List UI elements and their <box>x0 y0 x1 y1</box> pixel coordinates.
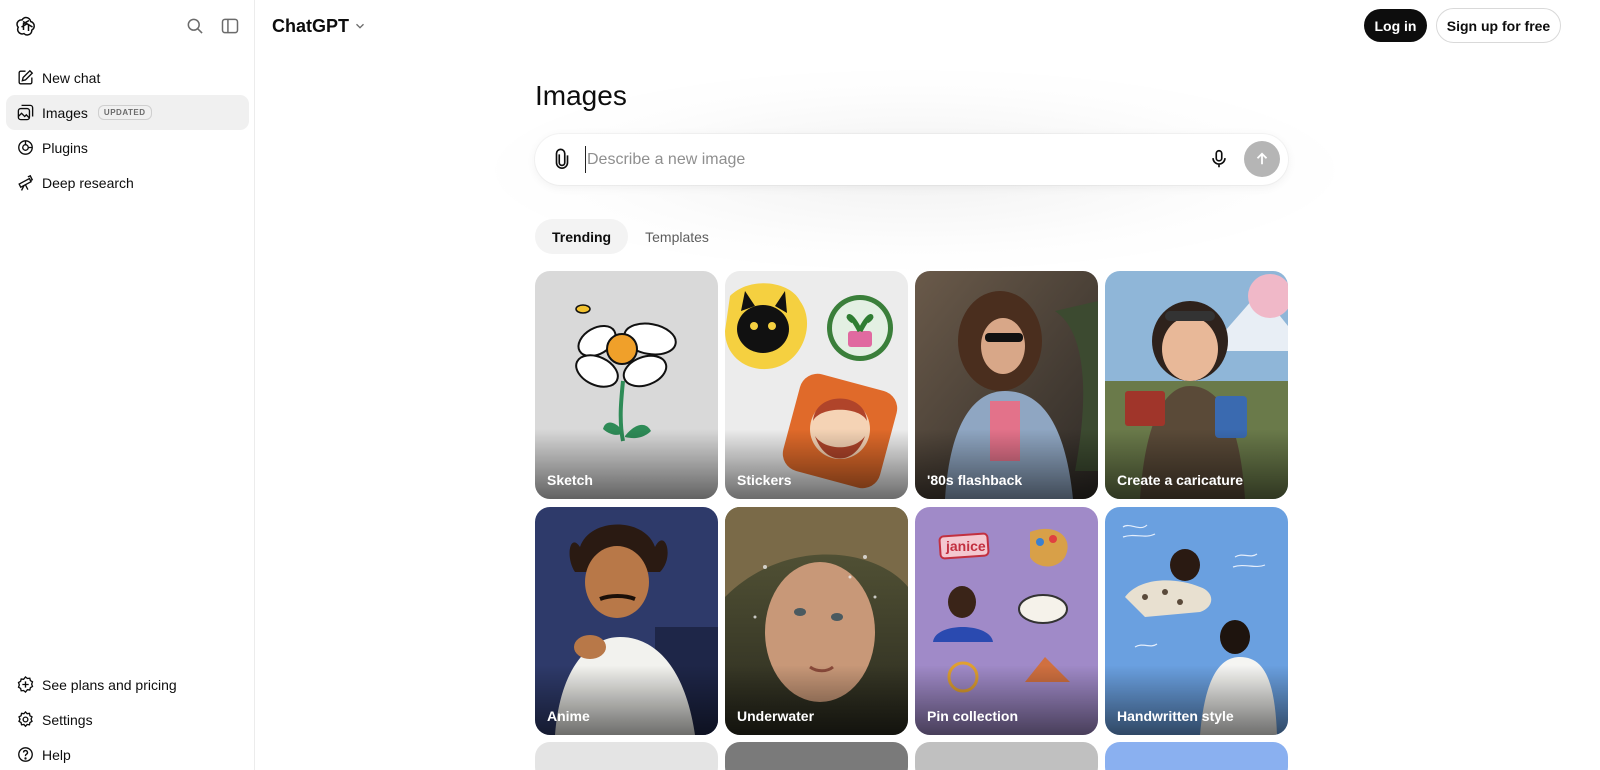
signup-button[interactable]: Sign up for free <box>1436 8 1561 43</box>
card-shade <box>725 429 908 499</box>
style-card-handwritten[interactable]: Handwritten style <box>1105 507 1288 735</box>
sidebar-item-images[interactable]: Images UPDATED <box>6 95 249 130</box>
style-card-80s-flashback[interactable]: '80s flashback <box>915 271 1098 499</box>
sidebar: New chat Images UPDATED Plugins Deep res… <box>0 0 255 770</box>
image-composer <box>535 134 1288 185</box>
openai-logo-icon[interactable] <box>14 14 38 38</box>
page-title: Images <box>535 80 627 111</box>
sidebar-item-label: New chat <box>42 69 101 86</box>
style-card-partial[interactable] <box>535 742 718 770</box>
toggle-sidebar-button[interactable] <box>218 14 242 38</box>
microphone-icon[interactable] <box>1208 148 1230 170</box>
card-label: Anime <box>547 708 590 724</box>
sidebar-item-label: Deep research <box>42 174 134 191</box>
app-title: ChatGPT <box>272 15 350 36</box>
style-card-partial[interactable] <box>725 742 908 770</box>
style-card-sketch[interactable]: Sketch <box>535 271 718 499</box>
telescope-icon <box>18 174 34 191</box>
card-label: Handwritten style <box>1117 708 1234 724</box>
card-shade <box>1105 429 1288 499</box>
sidebar-item-plans[interactable]: See plans and pricing <box>6 667 249 702</box>
style-card-stickers[interactable]: Stickers <box>725 271 908 499</box>
new-chat-icon <box>18 69 34 85</box>
card-label: Sketch <box>547 472 593 488</box>
send-button[interactable] <box>1244 141 1280 177</box>
updated-badge: UPDATED <box>97 105 152 120</box>
sidebar-item-label: See plans and pricing <box>42 676 177 693</box>
sidebar-item-new-chat[interactable]: New chat <box>6 60 249 95</box>
style-card-anime[interactable]: Anime <box>535 507 718 735</box>
tab-trending[interactable]: Trending <box>535 219 629 254</box>
svg-text:janice: janice <box>945 538 986 554</box>
search-icon <box>187 18 203 34</box>
card-label: Pin collection <box>927 708 1019 724</box>
sidebar-item-plugins[interactable]: Plugins <box>6 130 249 165</box>
sidebar-item-settings[interactable]: Settings <box>6 702 249 737</box>
sidebar-item-label: Plugins <box>42 139 88 156</box>
sidebar-item-label: Settings <box>42 711 93 728</box>
style-card-pin-collection[interactable]: janice Pin collection <box>915 507 1098 735</box>
card-shade <box>915 665 1098 735</box>
style-card-partial[interactable] <box>915 742 1098 770</box>
sidebar-item-help[interactable]: Help <box>6 737 249 770</box>
search-button[interactable] <box>183 14 207 38</box>
images-icon <box>17 104 34 121</box>
sidebar-header <box>0 0 255 52</box>
sidebar-bottom-nav: See plans and pricing Settings Help <box>6 667 249 770</box>
sidebar-item-label: Images <box>42 104 88 121</box>
card-label: Underwater <box>737 708 815 724</box>
chevron-down-icon <box>356 23 364 29</box>
card-label: Create a caricature <box>1117 472 1244 488</box>
style-card-caricature[interactable]: Create a caricature <box>1105 271 1288 499</box>
plugins-icon <box>18 140 33 155</box>
describe-image-input[interactable] <box>585 146 1185 173</box>
help-icon <box>18 747 33 762</box>
sidebar-item-deep-research[interactable]: Deep research <box>6 165 249 200</box>
style-card-underwater[interactable]: Underwater <box>725 507 908 735</box>
gear-icon <box>18 710 33 728</box>
arrow-up-icon <box>1256 152 1268 165</box>
card-label: Stickers <box>737 472 792 488</box>
plans-icon <box>17 676 34 693</box>
card-shade <box>725 665 908 735</box>
login-button[interactable]: Log in <box>1364 9 1427 42</box>
sidebar-toggle-icon <box>221 18 239 34</box>
sidebar-item-label: Help <box>42 746 71 763</box>
image-tabs: Trending Templates <box>535 219 726 254</box>
card-shade <box>1105 665 1288 735</box>
paperclip-icon[interactable] <box>551 148 573 170</box>
card-shade <box>535 429 718 499</box>
card-label: '80s flashback <box>927 472 1023 488</box>
card-shade <box>915 429 1098 499</box>
card-shade <box>535 665 718 735</box>
model-selector[interactable]: ChatGPT <box>272 14 367 38</box>
sidebar-nav: New chat Images UPDATED Plugins Deep res… <box>6 60 249 200</box>
tab-templates[interactable]: Templates <box>628 219 726 254</box>
style-card-partial[interactable] <box>1105 742 1288 770</box>
